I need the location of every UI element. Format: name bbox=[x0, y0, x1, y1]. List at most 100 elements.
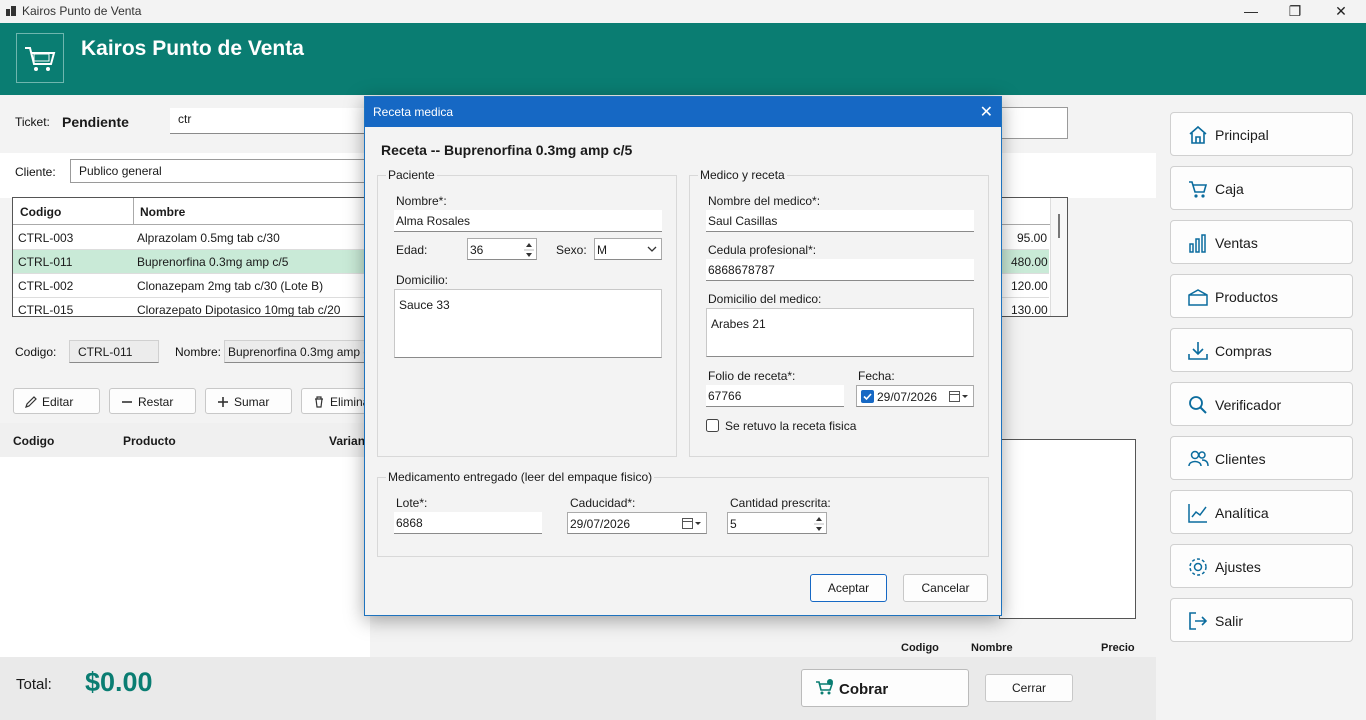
sidebar-item-salir[interactable]: Salir bbox=[1170, 598, 1353, 642]
edad-label: Edad: bbox=[396, 243, 428, 257]
dialog-title: Receta medica bbox=[373, 105, 454, 119]
cobrar-button[interactable]: Cobrar bbox=[801, 669, 969, 707]
cerrar-button[interactable]: Cerrar bbox=[985, 674, 1073, 702]
paciente-nombre-input[interactable]: Alma Rosales bbox=[394, 210, 662, 232]
plus-icon bbox=[218, 397, 228, 407]
nombre-label: Nombre: bbox=[175, 345, 222, 359]
cancelar-button[interactable]: Cancelar bbox=[903, 574, 988, 602]
paciente-domicilio-textarea[interactable]: Sauce 33 bbox=[394, 289, 662, 358]
edad-spinner[interactable]: 36 bbox=[467, 238, 537, 260]
fecha-datepicker[interactable]: 29/07/2026 bbox=[856, 385, 974, 407]
chevron-down-icon bbox=[647, 246, 657, 252]
home-icon bbox=[1189, 125, 1207, 144]
spinner-arrows-icon[interactable] bbox=[524, 240, 534, 260]
sumar-button[interactable]: Sumar bbox=[205, 388, 292, 414]
cobrar-label: Cobrar bbox=[839, 681, 889, 698]
cedula-input[interactable]: 6868678787 bbox=[706, 259, 974, 281]
app-title: Kairos Punto de Venta bbox=[81, 37, 304, 60]
folio-input[interactable]: 67766 bbox=[706, 385, 844, 407]
search-icon bbox=[1189, 396, 1207, 414]
cantidad-spinner[interactable]: 5 bbox=[727, 512, 827, 534]
row-nombre: Buprenorfina 0.3mg amp c/5 bbox=[137, 255, 289, 269]
cart-logo-icon bbox=[25, 47, 56, 71]
paciente-domicilio-label: Domicilio: bbox=[396, 273, 449, 287]
cart-table-header: Codigo Producto Varian bbox=[0, 423, 370, 457]
calendar-dropdown-icon[interactable] bbox=[949, 391, 969, 402]
bottom-col-precio: Precio bbox=[1101, 642, 1135, 654]
row-nombre: Alprazolam 0.5mg tab c/30 bbox=[137, 231, 280, 245]
spinner-arrows-icon[interactable] bbox=[814, 514, 824, 534]
restar-label: Restar bbox=[138, 395, 174, 409]
sexo-select[interactable]: M bbox=[594, 238, 662, 260]
sidebar-item-verificador[interactable]: Verificador bbox=[1170, 382, 1353, 426]
total-label: Total: bbox=[16, 676, 52, 693]
cantidad-value: 5 bbox=[730, 517, 737, 531]
sidebar-item-label: Salir bbox=[1215, 613, 1244, 629]
sidebar-item-label: Verificador bbox=[1215, 397, 1282, 413]
close-window-button[interactable]: ✕ bbox=[1318, 0, 1364, 23]
row-precio: 480.00 bbox=[1011, 255, 1048, 269]
row-precio: 130.00 bbox=[1011, 303, 1048, 316]
sidebar-item-productos[interactable]: Productos bbox=[1170, 274, 1353, 318]
gear-icon bbox=[1189, 558, 1207, 576]
pencil-icon bbox=[25, 396, 37, 408]
codigo-field[interactable]: CTRL-011 bbox=[69, 340, 159, 363]
sidebar-item-label: Ventas bbox=[1215, 235, 1258, 251]
editar-button[interactable]: Editar bbox=[13, 388, 100, 414]
maximize-button[interactable]: ❐ bbox=[1272, 0, 1318, 23]
caducidad-value: 29/07/2026 bbox=[570, 517, 631, 531]
medicamento-group-title: Medicamento entregado (leer del empaque … bbox=[386, 470, 655, 484]
table-scrollbar[interactable] bbox=[1050, 198, 1067, 316]
right-search-input[interactable] bbox=[1000, 107, 1068, 139]
aceptar-button[interactable]: Aceptar bbox=[810, 574, 887, 602]
dialog-heading: Receta -- Buprenorfina 0.3mg amp c/5 bbox=[381, 142, 633, 158]
caducidad-label: Caducidad*: bbox=[570, 496, 636, 510]
sidebar-item-clientes[interactable]: Clientes bbox=[1170, 436, 1353, 480]
window-title: Kairos Punto de Venta bbox=[22, 4, 142, 18]
line-chart-icon bbox=[1188, 504, 1207, 523]
product-search-input[interactable]: ctr bbox=[170, 108, 370, 134]
minimize-button[interactable]: — bbox=[1228, 0, 1274, 23]
dialog-close-icon[interactable]: ✕ bbox=[980, 102, 993, 122]
retuvo-label: Se retuvo la receta fisica bbox=[725, 419, 857, 433]
caducidad-datepicker[interactable]: 29/07/2026 bbox=[567, 512, 707, 534]
cedula-label: Cedula profesional*: bbox=[708, 243, 817, 257]
box-icon bbox=[1188, 289, 1208, 306]
sidebar-item-caja[interactable]: Caja bbox=[1170, 166, 1353, 210]
sidebar-item-label: Compras bbox=[1215, 343, 1272, 359]
sexo-label: Sexo: bbox=[556, 243, 587, 257]
sidebar-item-ajustes[interactable]: Ajustes bbox=[1170, 544, 1353, 588]
download-icon bbox=[1188, 342, 1208, 360]
restar-button[interactable]: Restar bbox=[109, 388, 196, 414]
medico-group: Medico y receta Nombre del medico*: Saul… bbox=[689, 168, 989, 457]
calendar-dropdown-icon[interactable] bbox=[682, 518, 702, 529]
sidebar-item-ventas[interactable]: Ventas bbox=[1170, 220, 1353, 264]
paciente-group-title: Paciente bbox=[386, 168, 437, 182]
medicamento-group: Medicamento entregado (leer del empaque … bbox=[377, 470, 989, 557]
lote-input[interactable]: 6868 bbox=[394, 512, 542, 534]
sidebar-item-analitica[interactable]: Analítica bbox=[1170, 490, 1353, 534]
row-codigo: CTRL-003 bbox=[18, 231, 74, 245]
sidebar: Principal Caja Ventas Productos Compras … bbox=[1156, 95, 1366, 720]
bottom-col-codigo: Codigo bbox=[901, 642, 939, 654]
trash-icon bbox=[315, 396, 323, 408]
medico-nombre-input[interactable]: Saul Casillas bbox=[706, 210, 974, 232]
paciente-nombre-label: Nombre*: bbox=[396, 194, 447, 208]
eliminar-button[interactable]: Elimina bbox=[301, 388, 371, 414]
sidebar-item-principal[interactable]: Principal bbox=[1170, 112, 1353, 156]
sidebar-item-compras[interactable]: Compras bbox=[1170, 328, 1353, 372]
sidebar-item-label: Ajustes bbox=[1215, 559, 1261, 575]
logout-icon bbox=[1189, 612, 1208, 630]
retuvo-checkbox[interactable] bbox=[706, 419, 719, 432]
nombre-field[interactable]: Buprenorfina 0.3mg amp c bbox=[224, 340, 370, 363]
medico-domicilio-label: Domicilio del medico: bbox=[708, 292, 822, 306]
checkbox-checked-icon[interactable] bbox=[861, 390, 874, 403]
total-value: $0.00 bbox=[85, 667, 153, 697]
folio-label: Folio de receta*: bbox=[708, 369, 796, 383]
medico-domicilio-textarea[interactable]: Arabes 21 bbox=[706, 308, 974, 357]
row-codigo: CTRL-015 bbox=[18, 303, 74, 316]
fecha-label: Fecha: bbox=[858, 369, 895, 383]
cliente-select[interactable]: Publico general bbox=[70, 159, 370, 183]
cart-col-producto: Producto bbox=[123, 434, 176, 448]
sexo-value: M bbox=[597, 243, 607, 257]
